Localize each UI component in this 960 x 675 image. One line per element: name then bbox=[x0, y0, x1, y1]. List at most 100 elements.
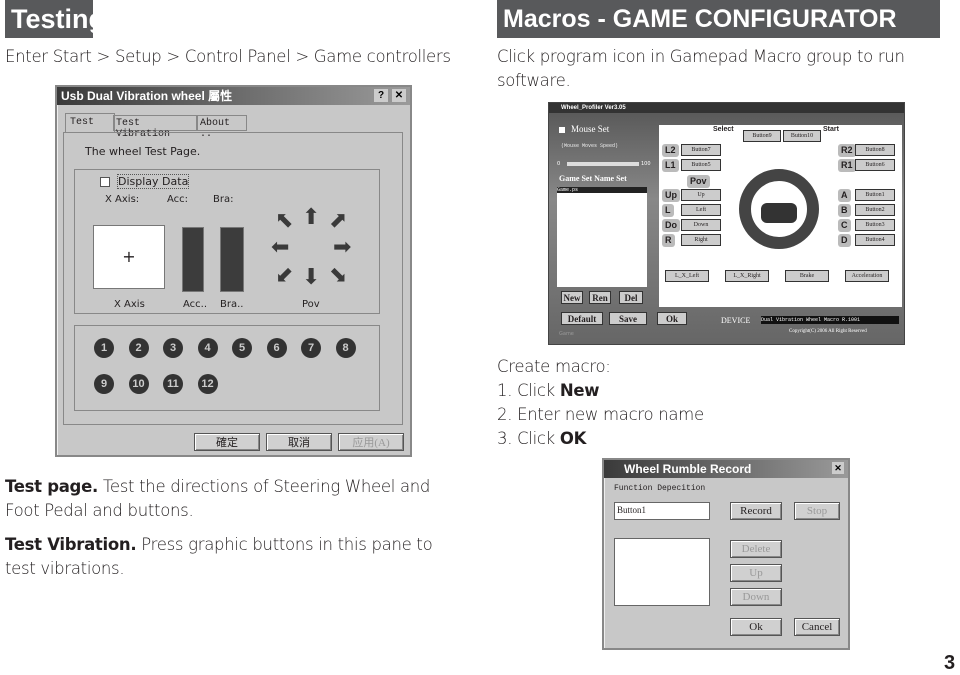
step-number: 3. bbox=[497, 429, 513, 448]
mapping-key: R bbox=[662, 234, 675, 247]
button-indicator: 3 bbox=[163, 338, 183, 358]
mouse-speed-slider[interactable] bbox=[567, 162, 639, 166]
help-button[interactable]: ? bbox=[374, 89, 388, 102]
default-button[interactable]: Default bbox=[561, 312, 603, 325]
function-description-input[interactable]: Button1 bbox=[614, 502, 710, 520]
record-button[interactable]: Record bbox=[730, 502, 782, 520]
rumble-list[interactable] bbox=[614, 538, 710, 606]
step-item: 1. Click New bbox=[497, 379, 704, 403]
delete-button[interactable]: Delete bbox=[730, 540, 782, 558]
rumble-title: Wheel Rumble Record bbox=[624, 462, 752, 476]
section-heading-testing: Testing bbox=[5, 0, 105, 38]
step-text: Enter new macro name bbox=[517, 405, 704, 424]
arrow-right-icon: ➡ bbox=[333, 235, 352, 260]
mapping-button[interactable]: Right bbox=[681, 234, 721, 246]
button-indicator: 4 bbox=[197, 338, 218, 358]
mapping-button[interactable]: Button6 bbox=[855, 159, 895, 171]
tab-about[interactable]: About .. bbox=[197, 115, 247, 140]
mouse-set-checkbox[interactable] bbox=[559, 127, 565, 133]
axis-button[interactable]: Brake bbox=[785, 270, 829, 282]
axis-button[interactable]: Acceleration bbox=[845, 270, 889, 282]
mapping-button[interactable]: Button7 bbox=[681, 144, 721, 156]
profiler-titlebar: Wheel_Profiler Ver3.05 bbox=[549, 103, 904, 113]
arrow-up-left-icon: ⬉ bbox=[275, 208, 294, 233]
tab-test-vibration[interactable]: Test Vibration bbox=[113, 115, 197, 140]
mapping-key: L2 bbox=[662, 144, 679, 157]
buttons-group bbox=[74, 325, 380, 411]
arrow-down-left-icon: ⬋ bbox=[275, 263, 294, 288]
mouse-speed-label: (Mouse Moves Speed) bbox=[561, 143, 619, 149]
step-bold: OK bbox=[559, 429, 587, 448]
mapping-button[interactable]: Button5 bbox=[681, 159, 721, 171]
new-button[interactable]: New bbox=[561, 291, 583, 304]
rename-button[interactable]: Ren bbox=[589, 291, 611, 304]
slider-min: 0 bbox=[557, 161, 561, 167]
wheel-mapping-panel: Select Start Button9 Button10 L2 Button7 L… bbox=[659, 125, 902, 307]
tab-test[interactable]: Test bbox=[65, 113, 115, 133]
step-item: 3. Click OK bbox=[497, 427, 704, 451]
arrow-left-icon: ⬅ bbox=[271, 235, 290, 260]
page-number: 3 bbox=[944, 652, 956, 674]
mapping-button[interactable]: Up bbox=[681, 189, 721, 201]
cancel-button[interactable]: 取消 bbox=[266, 433, 332, 451]
ok-button[interactable]: 確定 bbox=[194, 433, 260, 451]
ok-button[interactable]: Ok bbox=[657, 312, 687, 325]
axis-button[interactable]: L_X_Left bbox=[665, 270, 709, 282]
stop-button[interactable]: Stop bbox=[794, 502, 840, 520]
mapping-button[interactable]: Button3 bbox=[855, 219, 895, 231]
mapping-key: A bbox=[838, 189, 851, 202]
axis-button[interactable]: L_X_Right bbox=[725, 270, 769, 282]
steps-title: Create macro: bbox=[497, 357, 611, 376]
select-button-map[interactable]: Button9 bbox=[743, 130, 781, 142]
device-field: Dual Vibration Wheel Macro R.1001 bbox=[761, 316, 899, 324]
close-icon[interactable]: ✕ bbox=[392, 89, 406, 102]
display-data-label: Display Data bbox=[117, 174, 190, 189]
mapping-button[interactable]: Button1 bbox=[855, 189, 895, 201]
button-indicator: 7 bbox=[301, 338, 321, 358]
arrow-down-icon: ⬇ bbox=[302, 265, 321, 290]
mapping-key: D bbox=[838, 234, 851, 247]
mapping-key: B bbox=[838, 204, 851, 217]
controller-path: Enter Start > Setup > Control Panel > Ga… bbox=[5, 47, 451, 66]
rumble-titlebar: Wheel Rumble Record ✕ bbox=[604, 460, 848, 478]
acc-label: Acc: bbox=[167, 194, 189, 205]
test-vibration-description: Test Vibration. Press graphic buttons in… bbox=[5, 533, 465, 581]
mapping-key: L bbox=[662, 204, 674, 217]
function-description-label: Function Depecition bbox=[614, 484, 706, 493]
create-macro-steps: Create macro: 1. Click New 2. Enter new m… bbox=[497, 355, 704, 451]
wheel-rumble-record-dialog: Wheel Rumble Record ✕ Function Depecitio… bbox=[602, 458, 850, 650]
step-number: 2. bbox=[497, 405, 513, 424]
cancel-button[interactable]: Cancel bbox=[794, 618, 840, 636]
copyright: Copyright(C) 2006 All Right Reserved bbox=[789, 329, 867, 334]
apply-button[interactable]: 应用(A) bbox=[338, 433, 404, 451]
game-set-label: Game Set Name Set bbox=[559, 174, 627, 183]
acc-caption: Acc.. bbox=[183, 299, 208, 310]
delete-button[interactable]: Del bbox=[619, 291, 643, 304]
bra-label: Bra: bbox=[213, 194, 234, 205]
mouse-set-label: Mouse Set bbox=[571, 124, 610, 134]
mapping-button[interactable]: Button4 bbox=[855, 234, 895, 246]
display-data-checkbox[interactable] bbox=[100, 177, 110, 187]
arrow-down-right-icon: ⬊ bbox=[329, 263, 348, 288]
bra-bar bbox=[220, 227, 244, 292]
arrow-up-right-icon: ⬈ bbox=[329, 208, 348, 233]
button-indicator: 1 bbox=[94, 338, 114, 358]
close-icon[interactable]: ✕ bbox=[832, 462, 844, 474]
mapping-button[interactable]: Left bbox=[681, 204, 721, 216]
down-button[interactable]: Down bbox=[730, 588, 782, 606]
game-set-item[interactable]: Game.ps bbox=[557, 187, 647, 193]
start-button-map[interactable]: Button10 bbox=[783, 130, 821, 142]
start-label: Start bbox=[823, 126, 839, 133]
arrow-up-icon: ⬆ bbox=[302, 205, 321, 230]
save-button[interactable]: Save bbox=[609, 312, 647, 325]
mapping-button[interactable]: Down bbox=[681, 219, 721, 231]
button-indicator: 2 bbox=[128, 338, 149, 358]
select-label: Select bbox=[713, 126, 734, 133]
ok-button[interactable]: Ok bbox=[730, 618, 782, 636]
pov-label: Pov bbox=[687, 175, 710, 188]
mapping-key: C bbox=[838, 219, 851, 232]
up-button[interactable]: Up bbox=[730, 564, 782, 582]
mapping-button[interactable]: Button8 bbox=[855, 144, 895, 156]
game-set-list[interactable]: Game.ps bbox=[557, 187, 647, 287]
mapping-button[interactable]: Button2 bbox=[855, 204, 895, 216]
